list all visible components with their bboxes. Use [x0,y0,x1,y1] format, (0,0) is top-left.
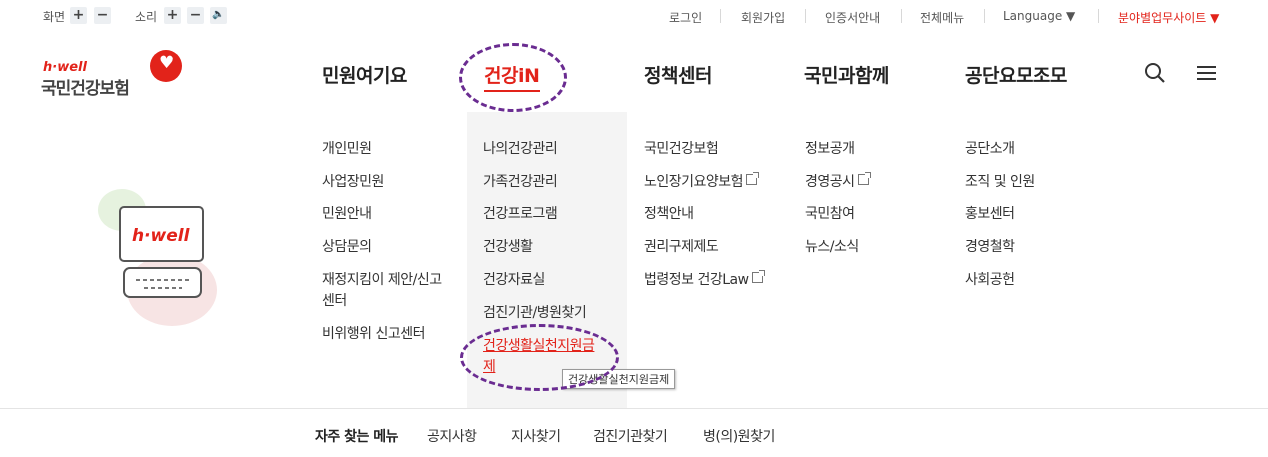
gnb-item-about[interactable]: 공단요모조모 [965,61,1067,88]
language-dropdown[interactable]: Language ▼ [1003,9,1075,23]
volume-up-button[interactable]: + [164,7,181,24]
quick-hospital[interactable]: 병(의)원찾기 [703,426,775,446]
annotation-ellipse-nav [459,43,567,112]
external-link-icon [746,172,760,185]
menu-health-law[interactable]: 법령정보 건강Law [644,270,765,290]
sitemap-link[interactable]: 전체메뉴 [920,9,964,26]
quick-notice[interactable]: 공지사항 [427,426,477,446]
related-sites-dropdown[interactable]: 분야별업무사이트 ▼ [1118,9,1219,26]
monitor-illustration [98,189,217,326]
gnb-item-together[interactable]: 국민과함께 [804,61,889,88]
menu-news[interactable]: 뉴스/소식 [805,237,859,257]
menu-policy-guide[interactable]: 정책안내 [644,204,694,224]
zoom-out-button[interactable]: − [94,7,111,24]
quick-branch[interactable]: 지사찾기 [511,426,561,446]
menu-my-health[interactable]: 나의건강관리 [483,139,558,159]
menu-consultation[interactable]: 상담문의 [322,237,372,257]
menu-family-health[interactable]: 가족건강관리 [483,172,558,192]
menu-participation[interactable]: 국민참여 [805,204,855,224]
search-icon[interactable] [1144,62,1166,84]
divider [0,408,1268,409]
annotation-ellipse-submenu [460,324,619,391]
quick-checkup-center[interactable]: 검진기관찾기 [593,426,668,446]
menu-finance-report[interactable]: 재정지킴이 제안/신고 [322,270,442,290]
menu-organization[interactable]: 조직 및 인원 [965,172,1035,192]
menu-personal-civil[interactable]: 개인민원 [322,139,372,159]
zoom-in-button[interactable]: + [70,7,87,24]
heart-icon: ♥ [159,53,175,73]
external-link-icon [751,270,765,283]
gnb-item-policy[interactable]: 정책센터 [644,61,712,88]
menu-finance-report-cont[interactable]: 센터 [322,291,347,311]
menu-rights-relief[interactable]: 권리구제제도 [644,237,719,257]
menu-philosophy[interactable]: 경영철학 [965,237,1015,257]
hamburger-icon[interactable] [1196,64,1218,82]
quick-menu-title: 자주 찾는 메뉴 [315,429,399,445]
logo-name: 국민건강보험 [41,79,130,99]
menu-healthy-life[interactable]: 건강생활 [483,237,533,257]
login-link[interactable]: 로그인 [669,9,702,26]
menu-ltc-insurance[interactable]: 노인장기요양보험 [644,172,760,192]
menu-about-nhis[interactable]: 공단소개 [965,139,1015,159]
sound-label: 소리 [135,10,158,24]
menu-misconduct-report[interactable]: 비위행위 신고센터 [322,324,426,344]
signup-link[interactable]: 회원가입 [741,9,785,26]
menu-health-program[interactable]: 건강프로그램 [483,204,558,224]
certificate-link[interactable]: 인증서안내 [825,9,880,26]
menu-health-library[interactable]: 건강자료실 [483,270,545,290]
menu-nhis[interactable]: 국민건강보험 [644,139,719,159]
speaker-icon[interactable]: 🔈 [210,7,227,24]
volume-down-button[interactable]: − [187,7,204,24]
menu-social-contribution[interactable]: 사회공헌 [965,270,1015,290]
menu-business-civil[interactable]: 사업장민원 [322,172,384,192]
menu-management-notice[interactable]: 경영공시 [805,172,871,192]
illustration-brand: h·well [132,226,190,246]
screen-zoom-label: 화면 [43,10,66,24]
menu-pr-center[interactable]: 홍보센터 [965,204,1015,224]
logo-brand: h·well [43,60,87,75]
gnb-item-civil[interactable]: 민원여기요 [322,61,407,88]
menu-disclosure[interactable]: 정보공개 [805,139,855,159]
menu-find-hospital[interactable]: 검진기관/병원찾기 [483,303,587,323]
menu-civil-guide[interactable]: 민원안내 [322,204,372,224]
external-link-icon [857,172,871,185]
